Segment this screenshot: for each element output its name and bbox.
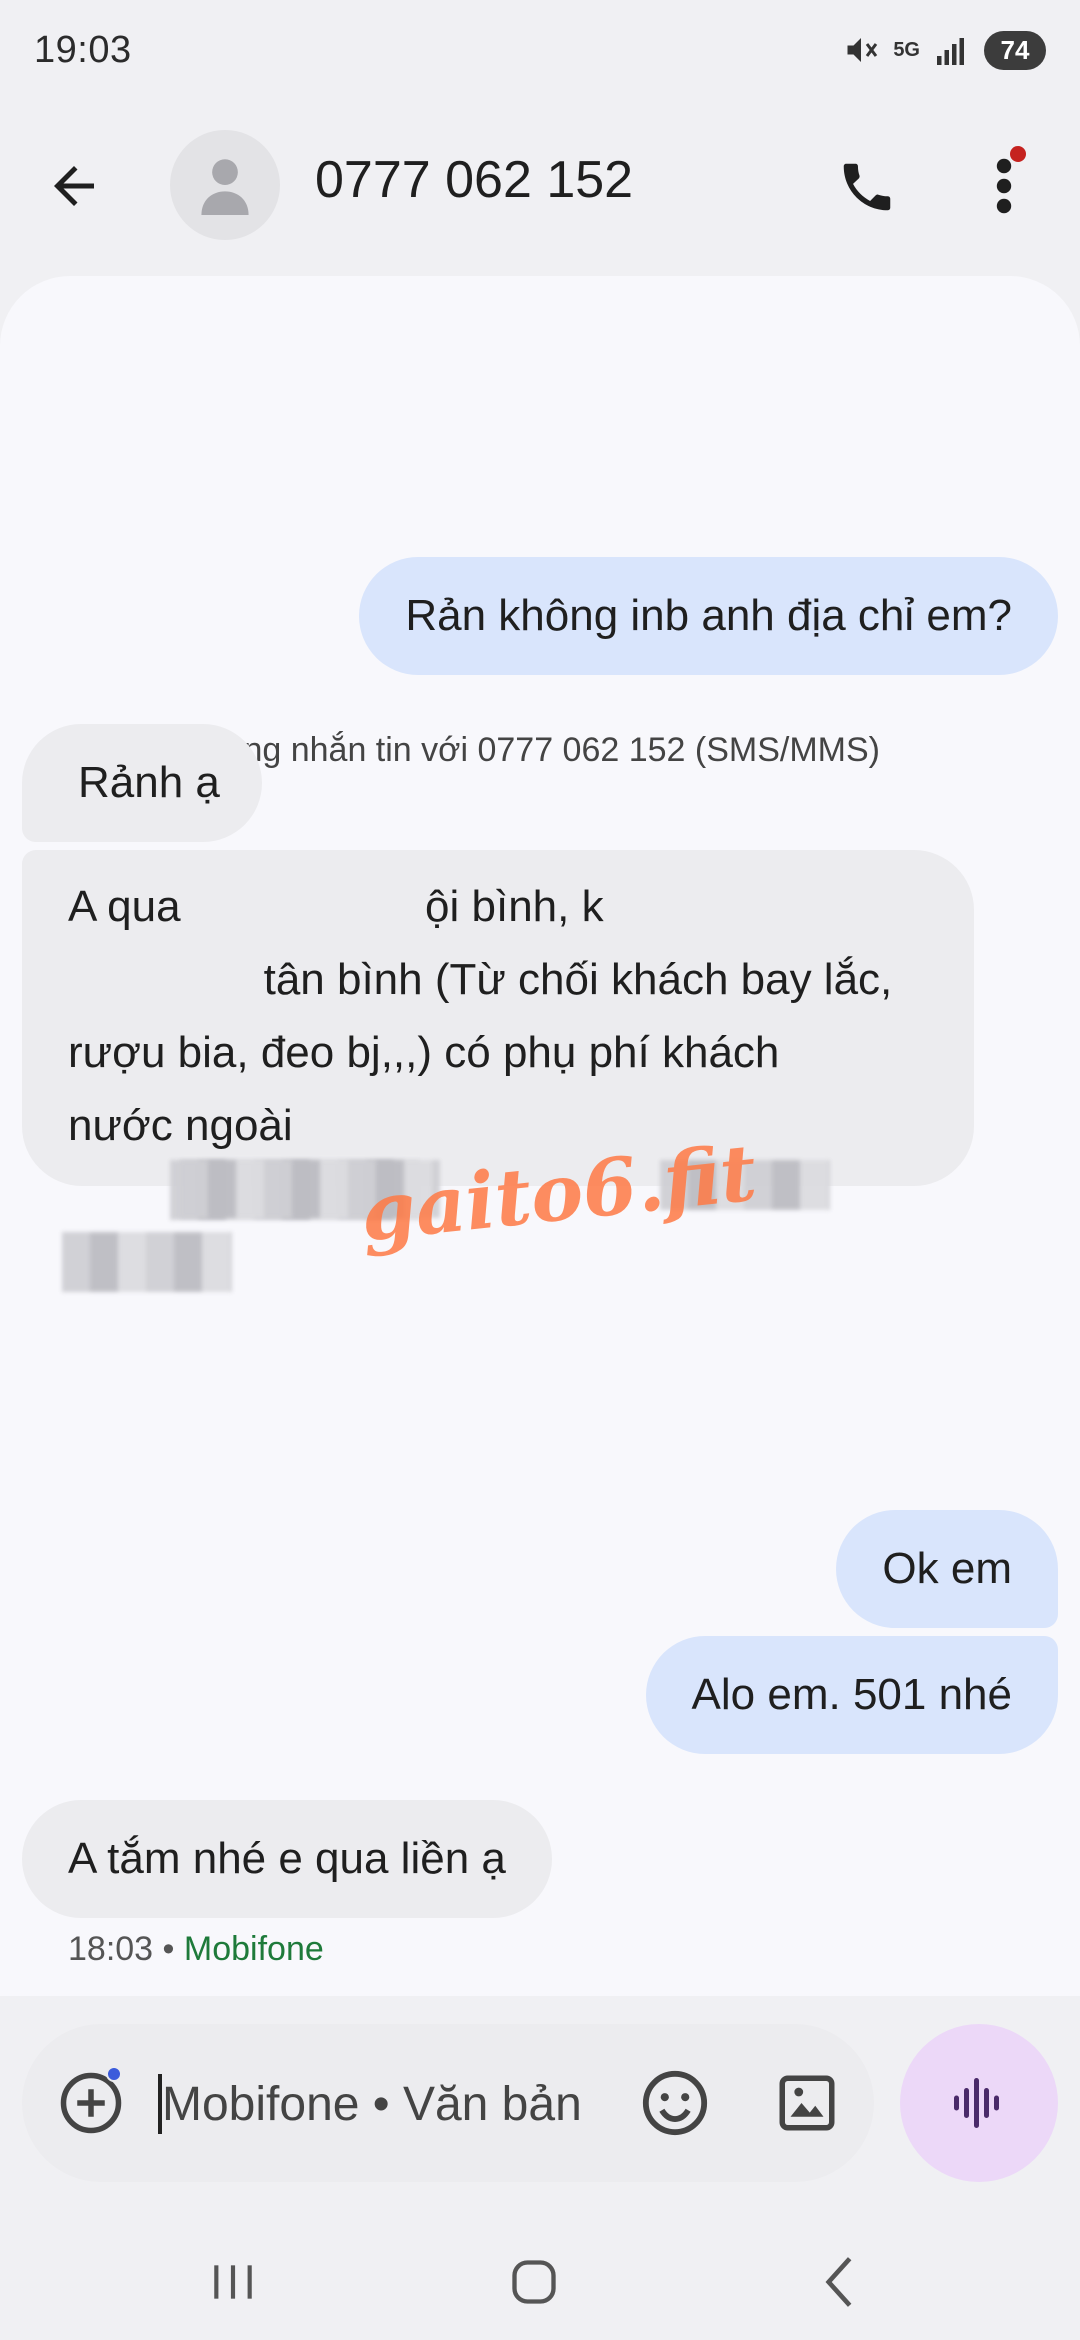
message-meta: 18:03 • Mobifone — [68, 1930, 324, 1969]
app-bar: 0777 062 152 — [0, 118, 1080, 254]
more-options-button[interactable] — [976, 146, 1032, 226]
attachment-badge-dot — [106, 2066, 122, 2082]
message-line: nước ngoài — [68, 1101, 293, 1150]
status-time: 19:03 — [34, 28, 132, 71]
system-navigation-bar — [0, 2220, 1080, 2340]
gallery-image-icon[interactable] — [774, 2070, 840, 2136]
compose-bar — [22, 2024, 874, 2182]
nav-back-icon[interactable] — [818, 2254, 858, 2310]
waveform-icon — [954, 2078, 999, 2128]
message-text: A tắm nhé e qua liền ạ — [68, 1834, 506, 1883]
battery-indicator: 74 — [984, 30, 1046, 70]
phone-icon[interactable] — [836, 156, 898, 218]
message-bubble-outgoing[interactable]: Ok em — [836, 1510, 1058, 1628]
back-arrow-icon[interactable] — [44, 156, 104, 216]
message-line: tân bình (Từ chối khách bay lắc, — [68, 955, 893, 1004]
voice-message-button[interactable] — [900, 2024, 1058, 2182]
message-line: A qua ội bình, k — [68, 882, 604, 931]
recents-icon[interactable] — [208, 2260, 258, 2304]
message-time: 18:03 — [68, 1930, 154, 1968]
message-bubble-outgoing[interactable]: Rản không inb anh địa chỉ em? — [359, 557, 1058, 675]
message-input[interactable] — [162, 2064, 642, 2144]
message-bubble-incoming[interactable]: A tắm nhé e qua liền ạ — [22, 1800, 552, 1918]
status-bar: 19:03 5G 74 — [0, 0, 1080, 100]
signal-icon — [937, 38, 964, 65]
notification-dot — [1010, 146, 1026, 162]
message-text: Rảnh ạ — [78, 758, 220, 807]
emoji-icon[interactable] — [640, 2068, 710, 2138]
carrier-label: Mobifone — [183, 1930, 324, 1968]
message-bubble-incoming[interactable]: A qua ội bình, k tân bình (Từ chối khách… — [22, 850, 974, 1186]
home-icon[interactable] — [508, 2256, 560, 2308]
message-text: Ok em — [882, 1544, 1012, 1593]
contact-avatar[interactable] — [170, 130, 280, 240]
network-type-icon: 5G — [893, 39, 920, 61]
message-text: Rản không inb anh địa chỉ em? — [405, 591, 1012, 640]
message-line: rượu bia, đeo bj,,,) có phụ phí khách — [68, 1028, 780, 1077]
message-bubble-outgoing[interactable]: Alo em. 501 nhé — [645, 1636, 1058, 1754]
redaction-blur — [62, 1232, 232, 1292]
message-bubble-incoming[interactable]: Rảnh ạ — [22, 724, 262, 842]
contact-number-title[interactable]: 0777 062 152 — [315, 150, 633, 210]
person-icon — [201, 159, 249, 215]
meta-separator: • — [162, 1930, 184, 1968]
mute-icon — [847, 38, 878, 62]
message-text: Alo em. 501 nhé — [691, 1670, 1012, 1719]
status-icons: 5G 74 — [841, 30, 1046, 70]
